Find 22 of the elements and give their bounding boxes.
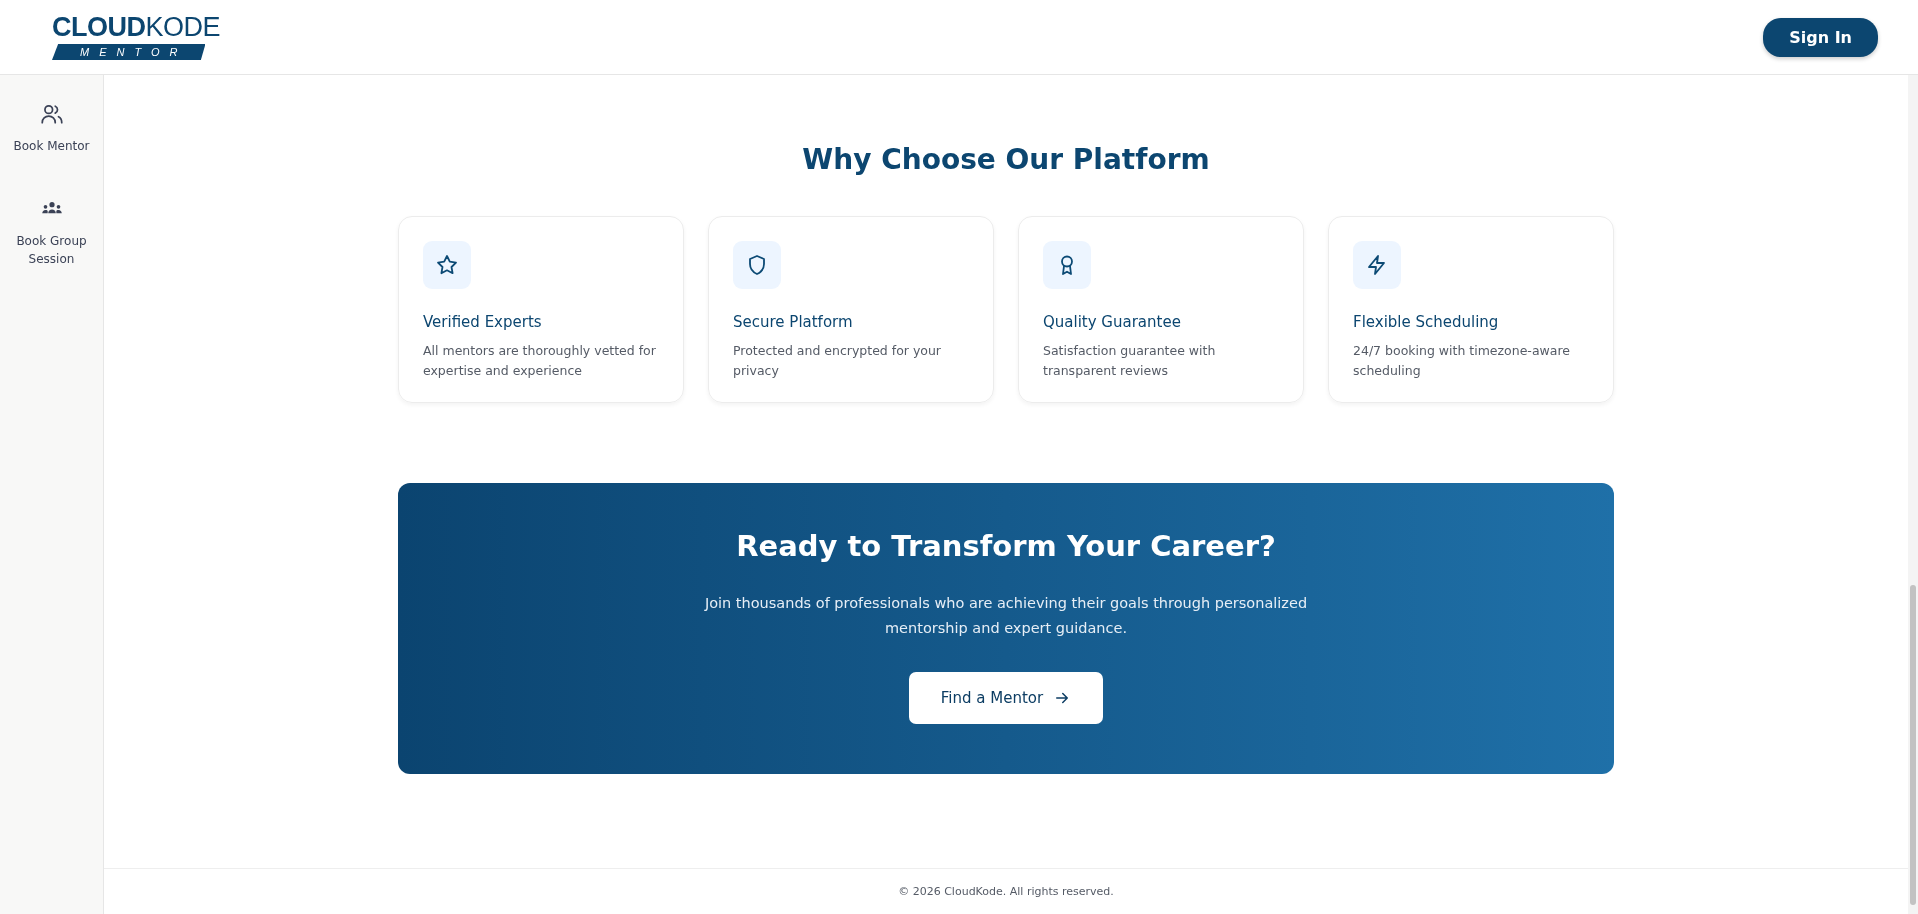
cta-title: Ready to Transform Your Career? xyxy=(736,529,1276,563)
card-title: Verified Experts xyxy=(423,313,543,331)
card-description: Satisfaction guarantee with transparent reviews xyxy=(1043,342,1217,380)
card-description: All mentors are thoroughly vetted for expertise and experience xyxy=(423,342,657,380)
logo-text: CLOUD xyxy=(52,12,146,42)
card-title: Flexible Scheduling xyxy=(1353,313,1500,331)
section-title: Why Choose Our Platform xyxy=(802,143,1210,176)
star-icon xyxy=(435,253,459,277)
card-title: Quality Guarantee xyxy=(1043,313,1182,331)
logo-banner: MENTOR xyxy=(52,44,206,60)
sidebar-item[interactable]: Book Mentor xyxy=(6,101,97,156)
card-title: Secure Platform xyxy=(733,313,854,331)
scrollbar-thumb[interactable] xyxy=(1910,585,1916,905)
copyright-text: © 2026 CloudKode. All rights reserved. xyxy=(898,885,1114,898)
sign-in-button[interactable]: Sign In xyxy=(1763,17,1878,57)
card-description: 24/7 booking with timezone-aware scheduling xyxy=(1353,342,1571,380)
logo-text: KODE xyxy=(145,12,221,42)
find-mentor-button[interactable]: Find a Mentor xyxy=(908,671,1104,724)
logo[interactable]: CLOUDKODE MENTOR xyxy=(52,14,221,60)
card-description: Protected and encrypted for your privacy xyxy=(733,342,942,380)
sidebar-item[interactable]: Book Group Session xyxy=(6,195,97,269)
cta-description: Join thousands of professionals who are achieving their goals through personalized mentorship and expert guidance. xyxy=(703,594,1309,639)
